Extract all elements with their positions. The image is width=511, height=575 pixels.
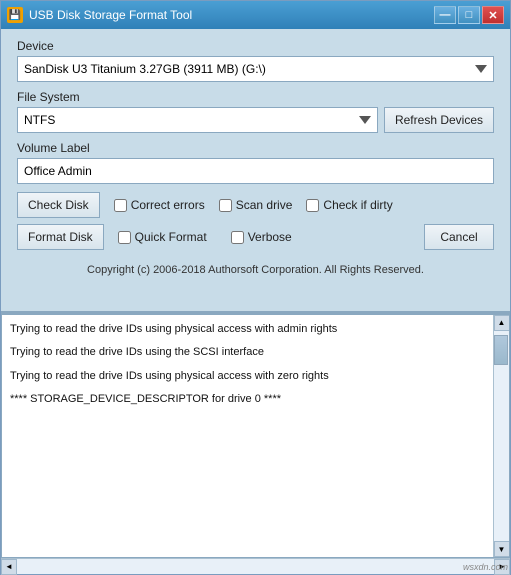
format-disk-button[interactable]: Format Disk: [17, 224, 104, 250]
cancel-button[interactable]: Cancel: [424, 224, 494, 250]
main-content: Device SanDisk U3 Titanium 3.27GB (3911 …: [1, 29, 510, 311]
scroll-left-arrow[interactable]: ◄: [1, 559, 17, 575]
copyright-text: Copyright (c) 2006-2018 Authorsoft Corpo…: [17, 256, 494, 282]
correct-errors-checkbox[interactable]: [114, 199, 127, 212]
vertical-scrollbar[interactable]: ▲ ▼: [493, 315, 509, 558]
device-select[interactable]: SanDisk U3 Titanium 3.27GB (3911 MB) (G:…: [17, 56, 494, 82]
horizontal-scroll-track: [17, 559, 494, 574]
quick-format-group: Quick Format: [118, 230, 207, 244]
scan-drive-label[interactable]: Scan drive: [236, 198, 293, 212]
scan-drive-group: Scan drive: [219, 198, 293, 212]
app-icon: 💾: [7, 7, 23, 23]
quick-format-checkbox[interactable]: [118, 231, 131, 244]
scroll-track: [494, 331, 509, 542]
volume-label-label: Volume Label: [17, 141, 494, 155]
close-button[interactable]: ✕: [482, 6, 504, 24]
volume-label-input[interactable]: [17, 158, 494, 184]
volume-label-row: [17, 158, 494, 184]
verbose-label[interactable]: Verbose: [248, 230, 292, 244]
title-buttons: — □ ✕: [434, 6, 504, 24]
device-row: SanDisk U3 Titanium 3.27GB (3911 MB) (G:…: [17, 56, 494, 82]
filesystem-group: File System NTFS FAT32 FAT exFAT Refresh…: [17, 90, 494, 133]
minimize-button[interactable]: —: [434, 6, 456, 24]
device-label: Device: [17, 39, 494, 53]
log-area[interactable]: Trying to read the drive IDs using physi…: [2, 315, 493, 558]
correct-errors-group: Correct errors: [114, 198, 205, 212]
check-if-dirty-checkbox[interactable]: [306, 199, 319, 212]
title-bar: 💾 USB Disk Storage Format Tool — □ ✕: [1, 1, 510, 29]
log-line: Trying to read the drive IDs using physi…: [10, 368, 485, 386]
quick-format-label[interactable]: Quick Format: [135, 230, 207, 244]
main-window: 💾 USB Disk Storage Format Tool — □ ✕ Dev…: [0, 0, 511, 575]
log-line: Trying to read the drive IDs using the S…: [10, 344, 485, 362]
title-bar-left: 💾 USB Disk Storage Format Tool: [7, 7, 192, 23]
scroll-thumb[interactable]: [494, 335, 508, 365]
log-area-container: Trying to read the drive IDs using physi…: [1, 313, 510, 559]
scroll-up-arrow[interactable]: ▲: [494, 315, 510, 331]
check-if-dirty-label[interactable]: Check if dirty: [323, 198, 392, 212]
verbose-group: Verbose: [231, 230, 292, 244]
format-disk-row: Format Disk Quick Format Verbose Cancel: [17, 224, 494, 250]
filesystem-select[interactable]: NTFS FAT32 FAT exFAT: [17, 107, 378, 133]
device-group: Device SanDisk U3 Titanium 3.27GB (3911 …: [17, 39, 494, 82]
volume-label-group: Volume Label: [17, 141, 494, 184]
maximize-button[interactable]: □: [458, 6, 480, 24]
log-line: Trying to read the drive IDs using physi…: [10, 321, 485, 339]
horizontal-scrollbar[interactable]: ◄ ► wsxdn.com: [1, 558, 510, 574]
check-dirty-group: Check if dirty: [306, 198, 392, 212]
refresh-devices-button[interactable]: Refresh Devices: [384, 107, 494, 133]
check-disk-row: Check Disk Correct errors Scan drive Che…: [17, 192, 494, 218]
scan-drive-checkbox[interactable]: [219, 199, 232, 212]
window-title: USB Disk Storage Format Tool: [29, 8, 192, 22]
check-disk-button[interactable]: Check Disk: [17, 192, 100, 218]
watermark: wsxdn.com: [463, 562, 508, 572]
correct-errors-label[interactable]: Correct errors: [131, 198, 205, 212]
scroll-down-arrow[interactable]: ▼: [494, 541, 510, 557]
log-line: **** STORAGE_DEVICE_DESCRIPTOR for drive…: [10, 391, 485, 409]
filesystem-row: NTFS FAT32 FAT exFAT Refresh Devices: [17, 107, 494, 133]
filesystem-label: File System: [17, 90, 494, 104]
verbose-checkbox[interactable]: [231, 231, 244, 244]
